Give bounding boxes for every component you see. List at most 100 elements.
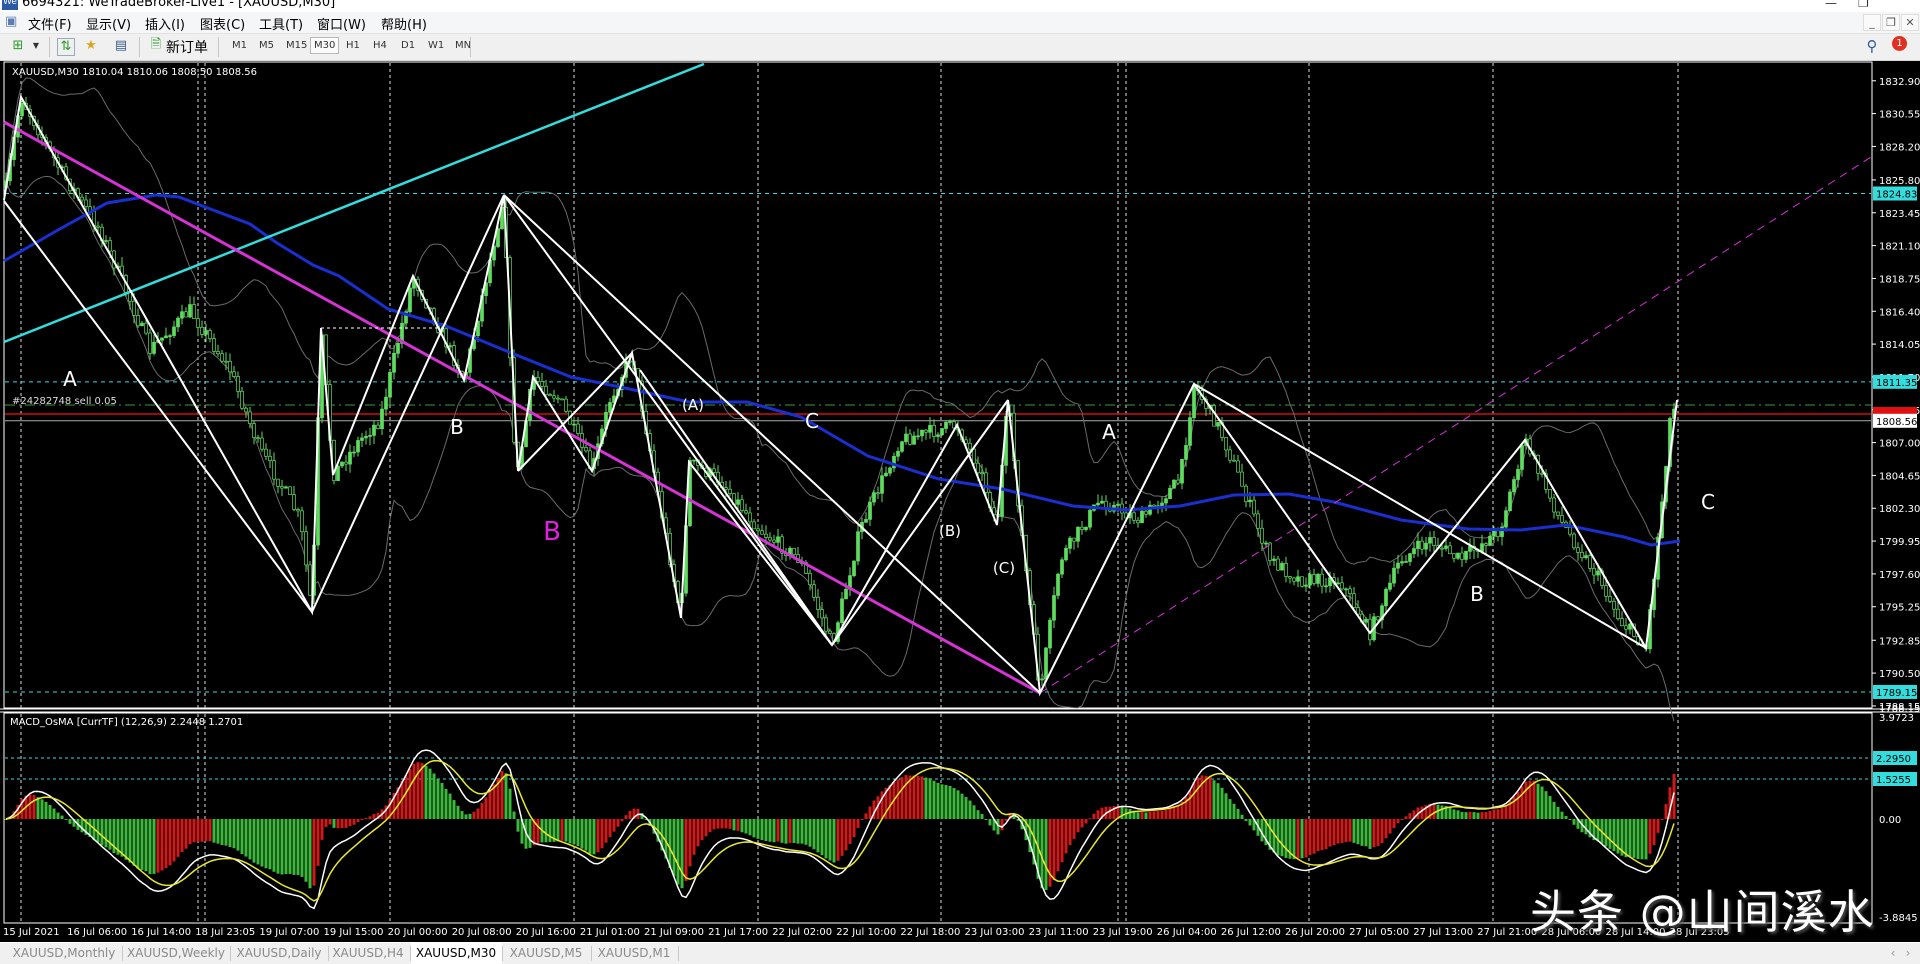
histogram-bar [220, 819, 224, 845]
histogram-bar [312, 819, 316, 886]
price-axis-label: 1804.65 [1879, 471, 1920, 482]
navigator-icon[interactable]: ▤ [113, 38, 129, 54]
mdi-close-button[interactable]: ✕ [1901, 14, 1919, 31]
timeframe-m15[interactable]: M15 [284, 39, 309, 52]
time-axis-label: 21 Jul 09:00 [644, 927, 704, 938]
new-order-icon[interactable]: 🗎 [148, 37, 164, 53]
tab-m1[interactable]: XAUUSD,M1 [598, 946, 671, 960]
maximize-window-icon[interactable]: ❐ [1858, 0, 1869, 10]
candle-body [1080, 526, 1084, 530]
candle-body [168, 335, 172, 337]
candle-body [1568, 527, 1572, 535]
candle-body [752, 521, 756, 530]
histogram-bar [1404, 816, 1408, 819]
histogram-bar [1084, 819, 1088, 824]
time-axis-label: 23 Jul 19:00 [1093, 927, 1153, 938]
candle-body [1132, 512, 1136, 521]
histogram-bar [560, 819, 564, 841]
tab-monthly[interactable]: XAUUSD,Monthly [13, 946, 116, 960]
timeframe-h1[interactable]: H1 [344, 39, 362, 52]
candle-body [1136, 519, 1140, 524]
histogram-bar [1496, 809, 1500, 819]
candle-body [204, 330, 208, 335]
toolbar-divider [139, 37, 140, 57]
histogram-bar [596, 819, 600, 853]
histogram-bar [988, 819, 992, 826]
candle-body [1556, 511, 1560, 516]
candle-body [840, 598, 844, 624]
candle-body [196, 318, 200, 328]
menu-help[interactable]: 帮助(H) [381, 14, 427, 33]
candle-body [980, 472, 984, 475]
new-chart-icon[interactable]: ⊞ [10, 38, 26, 54]
histogram-bar [276, 819, 280, 874]
notification-badge[interactable]: 1 [1892, 36, 1907, 51]
menu-file[interactable]: 文件(F) [28, 14, 72, 33]
time-axis-label: 26 Jul 12:00 [1221, 927, 1281, 938]
histogram-bar [960, 793, 964, 819]
histogram-bar [936, 782, 940, 819]
indicator-level-box-text: 1.5255 [1876, 775, 1911, 786]
tab-h4[interactable]: XAUUSD,H4 [332, 946, 403, 960]
tab-weekly[interactable]: XAUUSD,Weekly [127, 946, 225, 960]
menu-view[interactable]: 显示(V) [86, 14, 131, 33]
histogram-bar [888, 784, 892, 819]
candle-body [1364, 618, 1368, 623]
candle-body [360, 437, 364, 441]
menu-window[interactable]: 窗口(W) [317, 14, 366, 33]
histogram-bar [712, 819, 716, 830]
market-watch-icon[interactable]: ⇅ [57, 38, 75, 56]
candle-body [240, 390, 244, 409]
histogram-bar [1488, 810, 1492, 819]
histogram-bar [1196, 777, 1200, 819]
tab-scroll-left-icon[interactable]: ‹ [1891, 946, 1896, 960]
histogram-bar [268, 819, 272, 870]
candle-body [920, 429, 924, 437]
tab-divider [502, 946, 503, 961]
candle-body [244, 407, 248, 413]
candle-body [884, 472, 888, 477]
candle-body [20, 102, 24, 117]
chart-window-icon[interactable]: ▣ [5, 14, 17, 29]
mdi-restore-button[interactable]: ❐ [1882, 14, 1900, 31]
candle-body [556, 397, 560, 400]
close-window-icon[interactable]: ˆ [1895, 0, 1901, 10]
menu-charts[interactable]: 图表(C) [200, 14, 245, 33]
search-icon[interactable]: ⚲ [1864, 38, 1880, 54]
histogram-bar [280, 819, 284, 875]
tab-m5[interactable]: XAUUSD,M5 [510, 946, 583, 960]
histogram-bar [284, 819, 288, 875]
new-order-button[interactable]: 新订单 [166, 37, 208, 57]
candle-body [1288, 576, 1292, 579]
timeframe-m5[interactable]: M5 [257, 39, 276, 52]
tab-m30[interactable]: XAUUSD,M30 [416, 946, 496, 960]
tab-scroll-right-icon[interactable]: › [1906, 946, 1911, 960]
chart-canvas[interactable]: MACD_OsMA [CurrTF] (12,26,9) 2.2448 1.27… [0, 0, 1920, 963]
minimize-window-icon[interactable]: — [1825, 0, 1837, 10]
chevron-down-icon[interactable]: ▼ [28, 38, 44, 54]
histogram-bar [792, 819, 796, 843]
menu-tools[interactable]: 工具(T) [259, 14, 303, 33]
favorites-folder-icon[interactable]: ★ [83, 38, 99, 54]
timeframe-m1[interactable]: M1 [230, 39, 249, 52]
candle-body [872, 492, 876, 503]
candle-body [260, 437, 264, 450]
menu-insert[interactable]: 插入(I) [145, 14, 185, 33]
histogram-bar [724, 819, 728, 829]
timeframe-d1[interactable]: D1 [399, 39, 417, 52]
tab-daily[interactable]: XAUUSD,Daily [236, 946, 321, 960]
timeframe-h4[interactable]: H4 [371, 39, 389, 52]
timeframe-w1[interactable]: W1 [426, 39, 446, 52]
order-label[interactable]: #24282748 sell 0.05 [12, 396, 117, 407]
time-axis-label: 16 Jul 14:00 [131, 927, 191, 938]
mdi-minimize-button[interactable]: _ [1863, 14, 1881, 31]
candle-body [1048, 619, 1052, 649]
timeframe-m30[interactable]: M30 [310, 37, 340, 54]
histogram-bar [164, 819, 168, 868]
indicator-label: MACD_OsMA [CurrTF] (12,26,9) 2.2448 1.27… [10, 717, 243, 728]
candle-body [396, 342, 400, 354]
histogram-bar [228, 819, 232, 847]
histogram-bar [728, 819, 732, 829]
candle-body [1612, 600, 1616, 610]
price-axis-label: 1802.30 [1879, 504, 1920, 515]
